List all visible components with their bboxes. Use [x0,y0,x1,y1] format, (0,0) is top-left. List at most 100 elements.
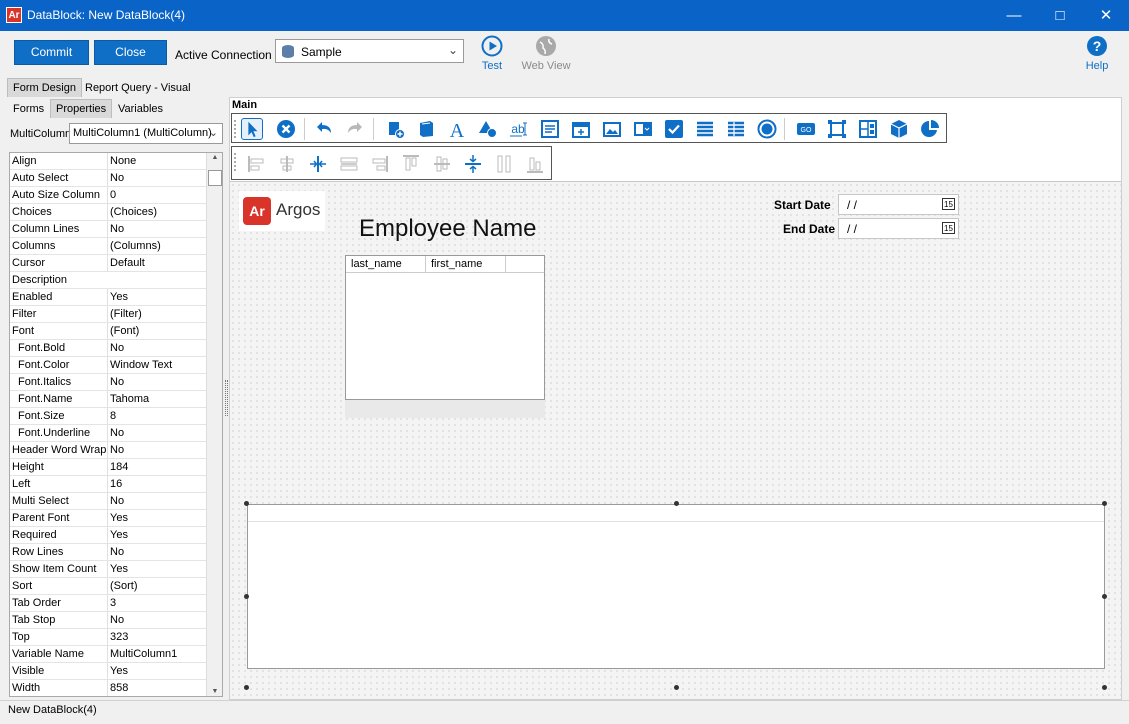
property-row[interactable]: Font.Underline No [10,425,206,442]
property-scrollbar[interactable]: ▲ ▼ [206,153,222,696]
maximize-button[interactable]: □ [1037,0,1083,31]
listbox-icon[interactable] [694,118,716,140]
property-row[interactable]: Filter (Filter) [10,306,206,323]
tab-forms[interactable]: Forms [7,99,50,118]
property-row[interactable]: Font.Color Window Text [10,357,206,374]
dropdown-icon[interactable] [632,118,654,140]
property-row[interactable]: Font.Name Tahoma [10,391,206,408]
resize-handle[interactable] [674,685,679,690]
property-value[interactable]: Yes [107,663,206,679]
scroll-down-icon[interactable]: ▼ [207,688,222,695]
property-value[interactable]: 3 [107,595,206,611]
design-canvas[interactable]: Ar Argos Employee Name Start Date / / 15… [230,181,1121,699]
add-report-icon[interactable] [384,118,406,140]
property-value[interactable]: Yes [107,510,206,526]
panel-splitter[interactable] [225,380,228,416]
property-row[interactable]: Multi Select No [10,493,206,510]
property-value[interactable]: Yes [107,289,206,305]
resize-handle[interactable] [244,501,249,506]
layout-icon[interactable] [857,118,879,140]
property-row[interactable]: Font.Italics No [10,374,206,391]
property-value[interactable]: No [107,170,206,186]
commit-button[interactable]: Commit [14,40,89,65]
tab-variables[interactable]: Variables [112,99,169,118]
column-header-last-name[interactable]: last_name [346,256,426,273]
property-value[interactable]: No [107,425,206,441]
property-row[interactable]: Font.Bold No [10,340,206,357]
calendar-icon[interactable]: 15 [942,222,955,234]
property-value[interactable]: No [107,493,206,509]
align-right-icon[interactable] [370,153,390,175]
pie-chart-icon[interactable] [919,118,941,140]
pointer-icon[interactable] [241,118,263,140]
property-row[interactable]: Required Yes [10,527,206,544]
delete-icon[interactable] [275,118,297,140]
property-value[interactable]: 184 [107,459,206,475]
property-row[interactable]: Parent Font Yes [10,510,206,527]
property-row[interactable]: Top 323 [10,629,206,646]
resize-handle[interactable] [244,594,249,599]
property-row[interactable]: Visible Yes [10,663,206,680]
align-left-icon[interactable] [246,153,266,175]
property-row[interactable]: Choices (Choices) [10,204,206,221]
help-button[interactable]: ? Help [1072,35,1122,72]
property-row[interactable]: Columns (Columns) [10,238,206,255]
property-value[interactable]: No [107,221,206,237]
end-date-field[interactable]: / / 15 [838,218,959,239]
center-horizontal-icon[interactable] [308,153,328,175]
resize-handle[interactable] [674,501,679,506]
property-row[interactable]: Show Item Count Yes [10,561,206,578]
property-value[interactable]: (Sort) [107,578,206,594]
connection-select[interactable]: Sample ⌄ [275,39,464,63]
text-icon[interactable]: A [446,118,468,140]
employee-name-title[interactable]: Employee Name [359,215,536,243]
property-value[interactable]: No [107,442,206,458]
tab-form-design[interactable]: Form Design [7,78,82,97]
test-button[interactable]: Test [467,35,517,72]
property-row[interactable]: Left 16 [10,476,206,493]
property-row[interactable]: Font (Font) [10,323,206,340]
center-vertical-icon[interactable] [463,153,483,175]
property-value[interactable]: 8 [107,408,206,424]
same-height-icon[interactable] [494,153,514,175]
property-value[interactable]: 0 [107,187,206,203]
calendar-icon[interactable]: 15 [942,198,955,210]
tab-properties[interactable]: Properties [50,99,113,118]
object-selector[interactable]: MultiColumn1 (MultiColumn) ⌄ [69,123,223,144]
undo-icon[interactable] [313,118,335,140]
close-button[interactable]: Close [94,40,167,65]
property-row[interactable]: Auto Select No [10,170,206,187]
property-value[interactable]: None [107,153,206,169]
align-top-icon[interactable] [401,153,421,175]
resize-handle[interactable] [244,685,249,690]
minimize-button[interactable]: — [991,0,1037,31]
property-value[interactable]: Yes [107,527,206,543]
property-row[interactable]: Description [10,272,206,289]
column-header-first-name[interactable]: first_name [426,256,506,273]
property-value[interactable]: (Filter) [107,306,206,322]
property-row[interactable]: Enabled Yes [10,289,206,306]
web-view-button[interactable]: Web View [521,35,571,72]
property-value[interactable]: MultiColumn1 [107,646,206,662]
property-row[interactable]: Height 184 [10,459,206,476]
align-middle-icon[interactable] [339,153,359,175]
multicolumn-icon[interactable] [725,118,747,140]
tab-report-query[interactable]: Report Query - Visual Design [79,78,229,113]
cube-icon[interactable] [888,118,910,140]
property-value[interactable]: (Font) [107,323,206,339]
property-value[interactable]: No [107,340,206,356]
frame-icon[interactable] [826,118,848,140]
property-value[interactable]: No [107,544,206,560]
close-window-button[interactable]: ✕ [1083,0,1129,31]
property-row[interactable]: Sort (Sort) [10,578,206,595]
align-vcenter-icon[interactable] [432,153,452,175]
property-value[interactable]: 858 [107,680,206,696]
scroll-up-icon[interactable]: ▲ [207,154,222,161]
property-row[interactable]: Width 858 [10,680,206,696]
property-row[interactable]: Tab Order 3 [10,595,206,612]
property-value[interactable]: (Choices) [107,204,206,220]
property-value[interactable]: (Columns) [107,238,206,254]
align-bottom-icon[interactable] [525,153,545,175]
start-date-field[interactable]: / / 15 [838,194,959,215]
book-icon[interactable] [415,118,437,140]
